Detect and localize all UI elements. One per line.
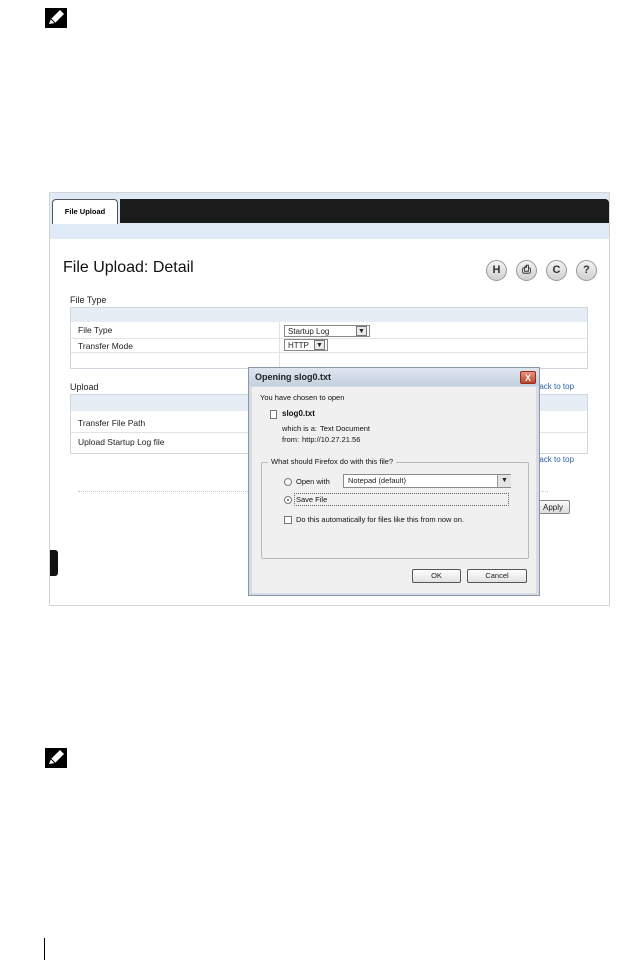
row-divider bbox=[71, 338, 587, 339]
action-group: What should Firefox do with this file? O… bbox=[261, 457, 529, 559]
open-with-app-value: Notepad (default) bbox=[348, 476, 406, 485]
file-type-section-label: File Type bbox=[70, 295, 107, 305]
tab-bar: File Upload bbox=[50, 193, 609, 239]
which-is-label: which is a: bbox=[282, 424, 318, 433]
file-type-select-value: Startup Log bbox=[288, 327, 330, 336]
cancel-button[interactable]: Cancel bbox=[467, 569, 527, 583]
back-to-top-link[interactable]: Back to top bbox=[534, 455, 574, 464]
column-divider bbox=[279, 322, 280, 368]
row-label-transfer-mode: Transfer Mode bbox=[78, 341, 133, 351]
save-icon[interactable]: H bbox=[486, 260, 507, 281]
note-pencil-icon bbox=[45, 8, 67, 28]
print-icon[interactable]: ⎙ bbox=[516, 260, 537, 281]
refresh-icon[interactable]: C bbox=[546, 260, 567, 281]
screenshot-frame: File Upload File Upload: Detail H ⎙ C ? … bbox=[49, 192, 610, 606]
side-handle[interactable] bbox=[50, 550, 58, 576]
row-label-transfer-file-path: Transfer File Path bbox=[78, 418, 146, 428]
upload-section-label: Upload bbox=[70, 382, 99, 392]
text-file-icon bbox=[270, 410, 277, 419]
open-with-app-select[interactable]: Notepad (default) ▼ bbox=[343, 474, 511, 488]
table-header bbox=[71, 308, 587, 322]
row-label-file-type: File Type bbox=[78, 325, 113, 335]
note-pencil-icon bbox=[45, 748, 67, 768]
auto-label[interactable]: Do this automatically for files like thi… bbox=[296, 515, 464, 524]
close-icon[interactable]: X bbox=[520, 371, 536, 384]
row-divider bbox=[71, 352, 587, 353]
page-margin-rule bbox=[44, 938, 45, 960]
dialog-intro: You have chosen to open bbox=[260, 393, 345, 402]
save-file-radio[interactable] bbox=[284, 496, 292, 504]
from-value: http://10.27.21.56 bbox=[302, 435, 361, 444]
apply-button[interactable]: Apply bbox=[538, 500, 570, 514]
chevron-down-icon[interactable]: ▼ bbox=[356, 326, 367, 336]
transfer-mode-select-value: HTTP bbox=[288, 341, 309, 350]
dialog-title: Opening slog0.txt bbox=[249, 368, 539, 386]
group-legend: What should Firefox do with this file? bbox=[268, 457, 397, 466]
file-type-select[interactable]: Startup Log ▼ bbox=[284, 325, 370, 337]
transfer-mode-select[interactable]: HTTP ▼ bbox=[284, 339, 328, 351]
auto-checkbox[interactable] bbox=[284, 516, 292, 524]
save-file-label[interactable]: Save File bbox=[296, 495, 327, 504]
dialog-filename: slog0.txt bbox=[282, 409, 315, 418]
download-dialog: Opening slog0.txt X You have chosen to o… bbox=[248, 367, 540, 596]
tab-file-upload[interactable]: File Upload bbox=[52, 199, 118, 224]
page-title: File Upload: Detail bbox=[63, 259, 194, 276]
help-icon[interactable]: ? bbox=[576, 260, 597, 281]
dialog-body: You have chosen to open slog0.txt which … bbox=[252, 387, 536, 593]
ok-button[interactable]: OK bbox=[412, 569, 461, 583]
open-with-radio[interactable] bbox=[284, 478, 292, 486]
file-type-table: File Type Transfer Mode Startup Log ▼ HT… bbox=[70, 307, 588, 369]
tab-bar-strip bbox=[120, 199, 609, 223]
from-label: from: bbox=[282, 435, 300, 444]
open-with-label[interactable]: Open with bbox=[296, 477, 330, 486]
which-is-value: Text Document bbox=[320, 424, 371, 433]
back-to-top-link[interactable]: Back to top bbox=[534, 382, 574, 391]
chevron-down-icon[interactable]: ▼ bbox=[497, 475, 511, 487]
row-label-upload-startup-log: Upload Startup Log file bbox=[78, 437, 165, 447]
chevron-down-icon[interactable]: ▼ bbox=[314, 340, 325, 350]
